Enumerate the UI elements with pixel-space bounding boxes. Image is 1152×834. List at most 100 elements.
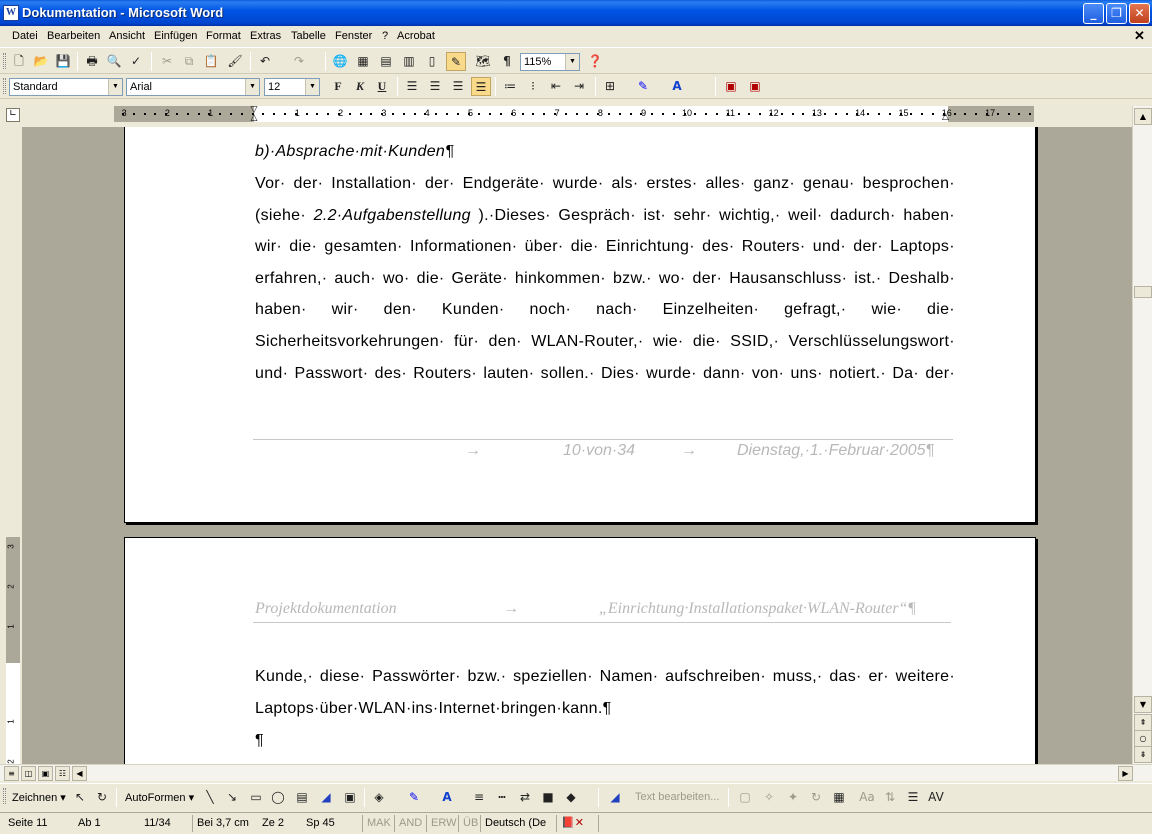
dash-style-icon[interactable]: ┅ (492, 788, 512, 807)
increase-indent-icon[interactable]: ⇥ (569, 77, 589, 96)
shadow-icon[interactable]: ■ (538, 788, 558, 807)
document-map-icon[interactable]: 🗺 (473, 52, 493, 71)
underline-button[interactable]: U (372, 77, 392, 96)
browse-object-icon[interactable]: ○ (1134, 730, 1152, 747)
format-painter-icon[interactable]: 🖌 (225, 52, 245, 71)
minimize-button[interactable]: _ (1083, 3, 1104, 24)
draw-menu-button[interactable]: Zeichnen ▾ (12, 791, 66, 804)
drawing-icon[interactable]: ✎ (446, 52, 466, 71)
toolbar-grip[interactable] (3, 788, 6, 804)
chevron-down-icon[interactable]: ▼ (565, 54, 579, 70)
decrease-indent-icon[interactable]: ⇤ (546, 77, 566, 96)
align-center-icon[interactable]: ☰ (425, 77, 445, 96)
menu-datei[interactable]: Datei (12, 30, 38, 42)
scroll-up-icon[interactable]: ▲ (1134, 108, 1152, 125)
redo-icon[interactable]: ↷ (289, 52, 309, 71)
web-view-icon[interactable]: ◫ (21, 766, 36, 781)
font-combo[interactable]: Arial ▼ (126, 78, 260, 96)
italic-button[interactable]: K (350, 77, 370, 96)
undo-icon[interactable]: ↶ (255, 52, 275, 71)
toolbar-grip[interactable] (3, 78, 6, 94)
line-style-icon[interactable]: ≡ (469, 788, 489, 807)
arrow-icon[interactable]: ↘ (222, 788, 242, 807)
previous-page-icon[interactable]: ⇞ (1134, 714, 1152, 731)
align-text-icon[interactable]: ☰ (903, 788, 923, 807)
arrow-style-icon[interactable]: ⇄ (515, 788, 535, 807)
wordart-insert-icon[interactable]: ◢ (605, 788, 625, 807)
menu-format[interactable]: Format (206, 30, 241, 42)
scroll-thumb[interactable] (1134, 286, 1152, 298)
menu-acrobat[interactable]: Acrobat (397, 30, 435, 42)
spelling-status-icon[interactable]: 📕✕ (556, 815, 598, 832)
cut-icon[interactable]: ✂ (157, 52, 177, 71)
page-11[interactable]: Projektdokumentation → „Einrichtung·Inst… (124, 537, 1036, 764)
menu-fenster[interactable]: Fenster (335, 30, 372, 42)
restore-button[interactable]: ❐ (1106, 3, 1127, 24)
columns-icon[interactable]: ▯ (422, 52, 442, 71)
indent-marker-icon[interactable]: ▽ △ (250, 106, 258, 123)
page-10[interactable]: b)·Absprache·mit·Kunden¶ Vor· der· Install… (124, 127, 1036, 523)
font-color-icon[interactable]: A (437, 788, 457, 807)
vertical-ruler[interactable]: 32112 (6, 127, 20, 767)
tables-borders-icon[interactable]: ▦ (353, 52, 373, 71)
normal-view-icon[interactable]: ≡ (4, 766, 19, 781)
vertical-scrollbar[interactable]: ▲ ▼ ⇞ ○ ⇟ (1132, 106, 1152, 764)
chevron-down-icon[interactable]: ▼ (245, 79, 259, 95)
print-icon[interactable]: 🖶 (82, 52, 102, 71)
print-preview-icon[interactable]: 🔍 (104, 52, 124, 71)
font-size-combo[interactable]: 12 ▼ (264, 78, 320, 96)
pdf-icon[interactable]: ▣ (721, 77, 741, 96)
right-indent-icon[interactable]: △ (942, 113, 950, 122)
menu-bearbeiten[interactable]: Bearbeiten (47, 30, 100, 42)
title-bar[interactable]: W Dokumentation - Microsoft Word _ ❐ ✕ (0, 0, 1152, 26)
wordart-format-icon[interactable]: ✧ (759, 788, 779, 807)
align-left-icon[interactable]: ☰ (402, 77, 422, 96)
outline-view-icon[interactable]: ☷ (55, 766, 70, 781)
status-extend[interactable]: ERW (426, 815, 458, 832)
scroll-left-icon[interactable]: ◀ (72, 766, 87, 781)
select-objects-icon[interactable]: ↖ (70, 788, 90, 807)
line-color-icon[interactable]: ✎ (404, 788, 424, 807)
close-document-button[interactable]: ✕ (1134, 28, 1145, 44)
pdf-mail-icon[interactable]: ▣ (745, 77, 765, 96)
autoshapes-menu-button[interactable]: AutoFormen ▾ (125, 791, 194, 804)
next-page-icon[interactable]: ⇟ (1134, 746, 1152, 763)
toolbar-grip[interactable] (3, 53, 6, 69)
wordart-icon[interactable]: ◢ (316, 788, 336, 807)
close-button[interactable]: ✕ (1129, 3, 1150, 24)
chevron-down-icon[interactable]: ▼ (305, 79, 319, 95)
wordart-shape-icon[interactable]: ▢ (735, 788, 755, 807)
highlight-icon[interactable]: ✎ (633, 77, 653, 96)
line-icon[interactable]: ╲ (200, 788, 220, 807)
textbox-icon[interactable]: ▤ (292, 788, 312, 807)
status-macro-record[interactable]: MAK (362, 815, 394, 832)
open-icon[interactable]: 📂 (31, 52, 51, 71)
menu-help[interactable]: ? (382, 30, 388, 42)
rotate-icon[interactable]: ↻ (806, 788, 826, 807)
fill-color-icon[interactable]: ◈ (369, 788, 389, 807)
word-app-icon[interactable]: W (3, 5, 19, 21)
clipart-icon[interactable]: ▣ (340, 788, 360, 807)
style-combo[interactable]: Standard ▼ (9, 78, 123, 96)
print-layout-icon[interactable]: ▣ (38, 766, 53, 781)
menu-ansicht[interactable]: Ansicht (109, 30, 145, 42)
paste-icon[interactable]: 📋 (201, 52, 221, 71)
scroll-right-icon[interactable]: ▶ (1118, 766, 1133, 781)
scroll-down-icon[interactable]: ▼ (1134, 696, 1152, 713)
borders-icon[interactable]: ⊞ (600, 77, 620, 96)
oval-icon[interactable]: ◯ (268, 788, 288, 807)
document-area[interactable]: b)·Absprache·mit·Kunden¶ Vor· der· Install… (22, 127, 1132, 764)
status-overtype[interactable]: ÜB (458, 815, 480, 832)
font-color-icon[interactable]: A (667, 77, 687, 96)
zoom-combo[interactable]: 115% ▼ (520, 53, 580, 71)
menu-extras[interactable]: Extras (250, 30, 281, 42)
menu-einfuegen[interactable]: Einfügen (154, 30, 197, 42)
insert-excel-icon[interactable]: ▥ (399, 52, 419, 71)
wordart-gallery-icon[interactable]: ✦ (783, 788, 803, 807)
align-right-icon[interactable]: ☰ (448, 77, 468, 96)
free-rotate-icon[interactable]: ↻ (92, 788, 112, 807)
spelling-icon[interactable]: ✓ (126, 52, 146, 71)
3d-icon[interactable]: ◆ (561, 788, 581, 807)
save-icon[interactable]: 💾 (53, 52, 73, 71)
copy-icon[interactable]: ⧉ (179, 52, 199, 71)
